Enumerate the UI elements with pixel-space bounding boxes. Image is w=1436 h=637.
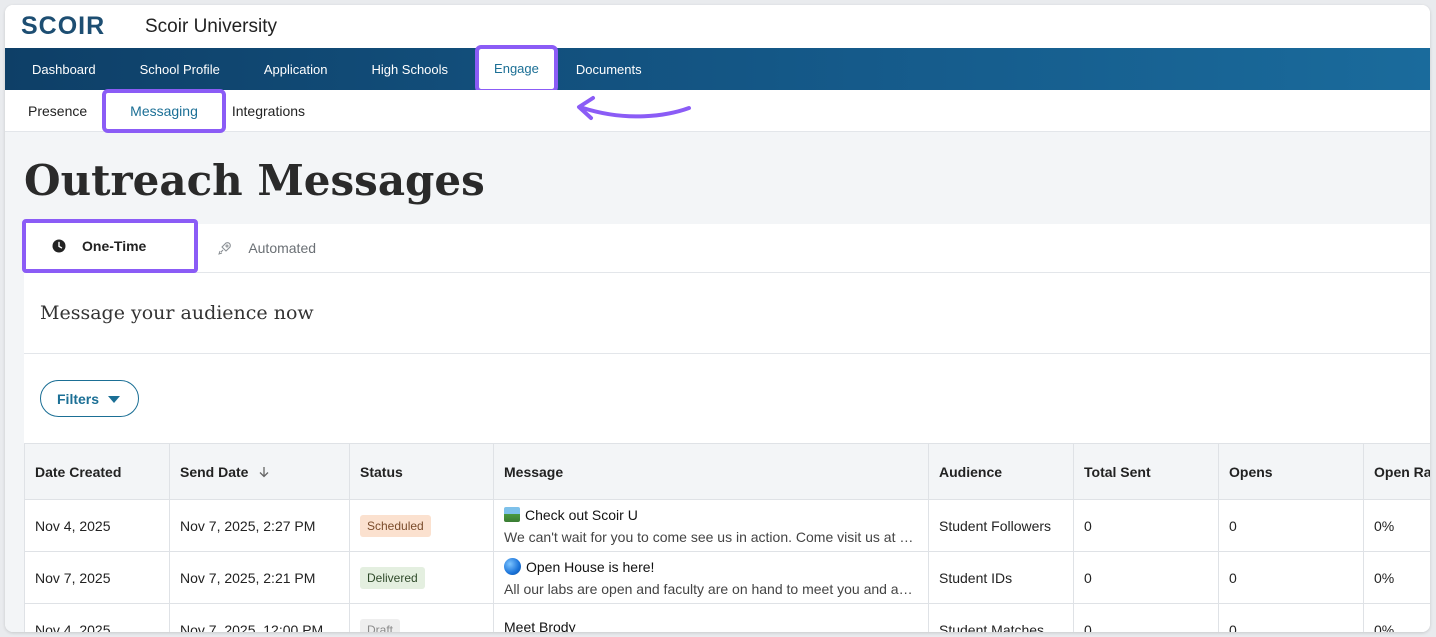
landscape-picture-icon bbox=[504, 507, 520, 522]
filters-label: Filters bbox=[57, 390, 100, 407]
caret-down-icon bbox=[108, 396, 121, 403]
cell-total-sent: 0 bbox=[1073, 551, 1219, 604]
col-audience[interactable]: Audience bbox=[928, 443, 1074, 500]
cell-audience: Student IDs bbox=[928, 551, 1074, 604]
col-open-rate[interactable]: Open Rat bbox=[1363, 443, 1430, 500]
messages-table: Date Created Send Date Status Message Au… bbox=[24, 443, 1430, 632]
sub-nav: Presence Messaging Integrations bbox=[5, 88, 1430, 133]
col-total-sent[interactable]: Total Sent bbox=[1073, 443, 1219, 500]
cell-opens: 0 bbox=[1218, 603, 1364, 632]
arrow-down-icon bbox=[259, 466, 269, 477]
tab-automated-label: Automated bbox=[248, 240, 317, 256]
institution-name: Scoir University bbox=[145, 15, 277, 37]
blue-circle-icon bbox=[504, 558, 521, 575]
filters-row: Filters bbox=[24, 354, 1430, 443]
table-row[interactable]: Nov 4, 2025 Nov 7, 2025, 2:27 PM Schedul… bbox=[24, 499, 1430, 552]
scoir-logo[interactable]: SCOIR bbox=[21, 12, 145, 41]
cell-message[interactable]: Open House is here! All our labs are ope… bbox=[493, 551, 929, 604]
nav-engage[interactable]: Engage bbox=[475, 45, 558, 93]
status-badge: Delivered bbox=[360, 566, 425, 589]
nav-school-profile[interactable]: School Profile bbox=[140, 62, 220, 77]
clock-icon bbox=[52, 239, 66, 253]
message-title-text: Check out Scoir U bbox=[525, 506, 638, 523]
panel-heading: Message your audience now bbox=[24, 273, 1430, 354]
cell-status: Draft bbox=[349, 603, 494, 632]
cell-open-rate: 0% bbox=[1363, 603, 1430, 632]
nav-application[interactable]: Application bbox=[264, 62, 328, 77]
tab-automated[interactable]: Automated bbox=[196, 224, 344, 272]
cell-total-sent: 0 bbox=[1073, 603, 1219, 632]
tab-one-time[interactable]: One-Time bbox=[21, 219, 199, 273]
main-nav: Dashboard School Profile Application Hig… bbox=[5, 45, 1430, 93]
cell-opens: 0 bbox=[1218, 551, 1364, 604]
message-title: Open House is here! bbox=[504, 558, 918, 575]
messages-panel: Message your audience now Filters Date C… bbox=[24, 273, 1430, 632]
table-header-row: Date Created Send Date Status Message Au… bbox=[24, 443, 1430, 500]
nav-documents[interactable]: Documents bbox=[576, 62, 642, 77]
subnav-messaging[interactable]: Messaging bbox=[102, 88, 226, 133]
app-window: SCOIR Scoir University Dashboard School … bbox=[5, 5, 1430, 632]
message-preview: We can't wait for you to come see us in … bbox=[504, 528, 914, 545]
table-row[interactable]: Nov 7, 2025 Nov 7, 2025, 2:21 PM Deliver… bbox=[24, 551, 1430, 604]
col-send-date[interactable]: Send Date bbox=[169, 443, 350, 500]
message-title: Meet Brody bbox=[504, 619, 918, 633]
nav-dashboard[interactable]: Dashboard bbox=[32, 62, 96, 77]
cell-opens: 0 bbox=[1218, 499, 1364, 552]
cell-send-date: Nov 7, 2025, 2:21 PM bbox=[169, 551, 350, 604]
rocket-icon bbox=[218, 242, 232, 255]
col-opens[interactable]: Opens bbox=[1218, 443, 1364, 500]
subnav-presence[interactable]: Presence bbox=[28, 103, 87, 119]
cell-message[interactable]: Meet Brody bbox=[493, 603, 929, 633]
cell-open-rate: 0% bbox=[1363, 499, 1430, 552]
status-badge: Scheduled bbox=[360, 514, 431, 537]
filters-button[interactable]: Filters bbox=[40, 380, 140, 417]
cell-message[interactable]: Check out Scoir U We can't wait for you … bbox=[493, 499, 929, 552]
cell-audience: Student Matches bbox=[928, 603, 1074, 632]
col-send-date-label: Send Date bbox=[180, 463, 249, 480]
cell-send-date: Nov 7, 2025, 12:00 PM bbox=[169, 603, 350, 632]
page-content: Outreach Messages One-Time Automated Mes… bbox=[5, 132, 1430, 632]
message-type-tabs: One-Time Automated bbox=[21, 219, 1430, 273]
top-bar: SCOIR Scoir University bbox=[5, 5, 1430, 48]
message-title-text: Open House is here! bbox=[526, 558, 655, 575]
cell-send-date: Nov 7, 2025, 2:27 PM bbox=[169, 499, 350, 552]
cell-open-rate: 0% bbox=[1363, 551, 1430, 604]
cell-date-created: Nov 4, 2025 bbox=[24, 603, 170, 632]
message-title: Check out Scoir U bbox=[504, 507, 918, 523]
cell-date-created: Nov 4, 2025 bbox=[24, 499, 170, 552]
nav-high-schools[interactable]: High Schools bbox=[371, 62, 448, 77]
page-title: Outreach Messages bbox=[24, 156, 485, 205]
annotation-arrow-icon bbox=[577, 96, 691, 120]
cell-status: Delivered bbox=[349, 551, 494, 604]
status-badge: Draft bbox=[360, 618, 401, 632]
cell-audience: Student Followers bbox=[928, 499, 1074, 552]
col-date-created[interactable]: Date Created bbox=[24, 443, 170, 500]
message-title-text: Meet Brody bbox=[504, 618, 576, 633]
cell-date-created: Nov 7, 2025 bbox=[24, 551, 170, 604]
message-preview: All our labs are open and faculty are on… bbox=[504, 581, 913, 597]
col-message[interactable]: Message bbox=[493, 443, 929, 500]
table-row[interactable]: Nov 4, 2025 Nov 7, 2025, 12:00 PM Draft … bbox=[24, 603, 1430, 633]
col-status[interactable]: Status bbox=[349, 443, 494, 500]
cell-status: Scheduled bbox=[349, 499, 494, 552]
tab-one-time-label: One-Time bbox=[82, 238, 147, 254]
cell-total-sent: 0 bbox=[1073, 499, 1219, 552]
subnav-integrations[interactable]: Integrations bbox=[232, 103, 305, 119]
